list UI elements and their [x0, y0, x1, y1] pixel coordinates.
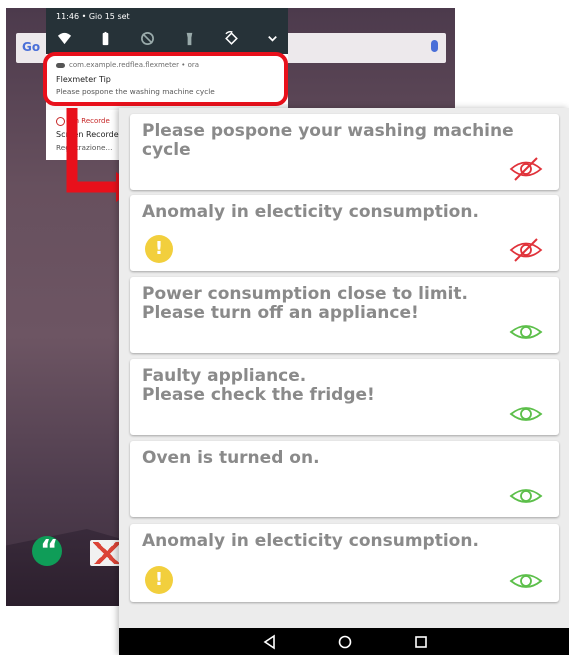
status-time: 11:46 • Gio 15 set [56, 12, 130, 21]
eye-green-icon[interactable] [509, 483, 543, 509]
record-icon [56, 117, 65, 126]
notification-app-line: een Recorde [66, 117, 110, 125]
tip-card[interactable]: Faulty appliance. Please check the fridg… [130, 359, 559, 435]
battery-icon[interactable] [98, 30, 114, 46]
tip-message: Anomaly in electicity consumption. [142, 531, 479, 551]
eye-crossed-red-icon[interactable] [509, 237, 543, 263]
quick-settings-panel: 11:46 • Gio 15 set [46, 8, 288, 54]
back-icon[interactable] [262, 634, 278, 650]
warning-icon: ! [145, 235, 173, 263]
hangouts-icon[interactable] [32, 533, 62, 566]
tip-card[interactable]: Anomaly in electicity consumption. ! [130, 524, 559, 602]
notification-text: Registrazione... [56, 143, 113, 152]
mic-icon[interactable] [431, 40, 438, 52]
android-nav-bar [119, 628, 569, 655]
eye-green-icon[interactable] [509, 401, 543, 427]
warning-icon: ! [145, 566, 173, 594]
tip-card[interactable]: Power consumption close to limit. Please… [130, 277, 559, 353]
eye-crossed-red-icon[interactable] [509, 156, 543, 182]
recents-icon[interactable] [413, 634, 429, 650]
tip-message: Oven is turned on. [142, 448, 320, 468]
expand-chevron-icon[interactable] [265, 30, 281, 46]
home-icon[interactable] [337, 634, 353, 650]
tip-message: Faulty appliance. Please check the fridg… [142, 366, 375, 405]
tip-message: Anomaly in electicity consumption. [142, 202, 479, 222]
tip-card[interactable]: Anomaly in electicity consumption. ! [130, 195, 559, 271]
tip-message: Power consumption close to limit. Please… [142, 284, 468, 323]
dnd-off-icon[interactable] [140, 30, 156, 46]
google-logo: Go [22, 40, 41, 54]
eye-green-icon[interactable] [509, 568, 543, 594]
tip-message: Please pospone your washing machine cycl… [142, 121, 514, 160]
eye-green-icon[interactable] [509, 319, 543, 345]
tip-card[interactable]: Please pospone your washing machine cycl… [130, 114, 559, 190]
wifi-icon[interactable] [56, 30, 72, 46]
tip-card[interactable]: Oven is turned on. [130, 441, 559, 517]
notification-highlight-frame [43, 52, 288, 106]
flexmeter-app-panel: Please pospone your washing machine cycl… [119, 108, 569, 655]
auto-rotate-icon[interactable] [223, 30, 239, 46]
flashlight-off-icon[interactable] [181, 30, 197, 46]
